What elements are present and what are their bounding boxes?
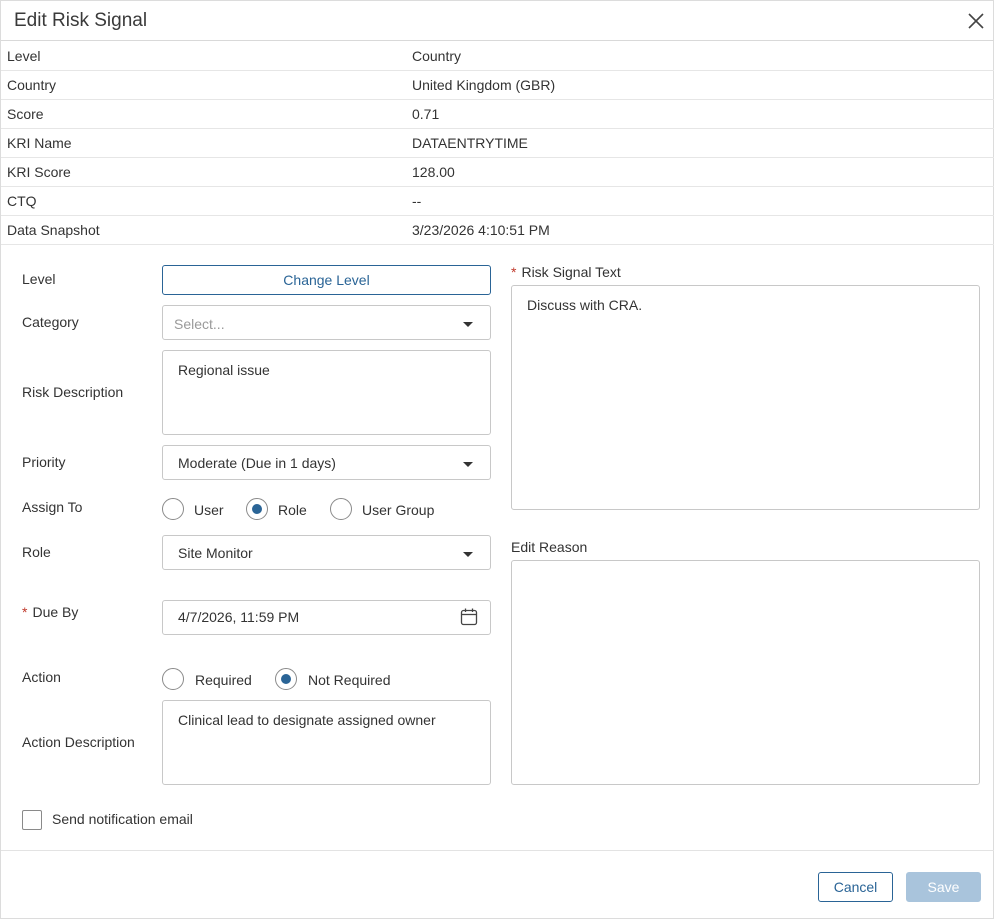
assign-user-group-radio[interactable] bbox=[330, 498, 352, 520]
priority-label: Priority bbox=[22, 454, 66, 470]
action-description-label: Action Description bbox=[22, 734, 135, 750]
assign-user-label[interactable]: User bbox=[194, 502, 224, 518]
assign-user-group-label[interactable]: User Group bbox=[362, 502, 434, 518]
due-by-label: * Due By bbox=[22, 604, 78, 620]
risk-description-value: Regional issue bbox=[178, 362, 270, 378]
edit-risk-signal-dialog: Edit Risk Signal Level Country Country U… bbox=[0, 0, 994, 919]
send-notification-label[interactable]: Send notification email bbox=[52, 811, 193, 827]
category-placeholder: Select... bbox=[174, 316, 225, 332]
risk-signal-info-table: Level Country Country United Kingdom (GB… bbox=[1, 42, 994, 245]
priority-value: Moderate (Due in 1 days) bbox=[178, 455, 336, 471]
action-description-value: Clinical lead to designate assigned owne… bbox=[178, 712, 436, 728]
assign-role-radio[interactable] bbox=[246, 498, 268, 520]
risk-signal-text-value: Discuss with CRA. bbox=[527, 297, 643, 313]
action-required-radio[interactable] bbox=[162, 668, 184, 690]
required-marker: * bbox=[22, 604, 28, 620]
risk-signal-text-label-text: Risk Signal Text bbox=[521, 264, 621, 280]
info-value: United Kingdom (GBR) bbox=[412, 77, 556, 93]
info-value: 128.00 bbox=[412, 164, 455, 180]
action-not-required-radio[interactable] bbox=[275, 668, 297, 690]
required-marker: * bbox=[511, 264, 517, 280]
assign-to-label: Assign To bbox=[22, 499, 83, 515]
level-label: Level bbox=[22, 271, 56, 287]
chevron-down-icon bbox=[463, 552, 473, 557]
action-not-required-label[interactable]: Not Required bbox=[308, 672, 391, 688]
category-select[interactable]: Select... bbox=[162, 305, 491, 340]
change-level-button[interactable]: Change Level bbox=[162, 265, 491, 295]
info-row-ctq: CTQ -- bbox=[1, 187, 994, 216]
info-row-level: Level Country bbox=[1, 42, 994, 71]
info-value: DATAENTRYTIME bbox=[412, 135, 528, 151]
role-select[interactable]: Site Monitor bbox=[162, 535, 491, 570]
info-row-score: Score 0.71 bbox=[1, 100, 994, 129]
info-key: KRI Score bbox=[7, 164, 71, 180]
chevron-down-icon bbox=[463, 462, 473, 467]
info-row-kri-name: KRI Name DATAENTRYTIME bbox=[1, 129, 994, 158]
info-row-data-snapshot: Data Snapshot 3/23/2026 4:10:51 PM bbox=[1, 216, 994, 245]
assign-user-radio[interactable] bbox=[162, 498, 184, 520]
risk-description-label: Risk Description bbox=[22, 384, 124, 400]
due-by-label-text: Due By bbox=[32, 604, 79, 620]
due-by-value: 4/7/2026, 11:59 PM bbox=[178, 609, 300, 625]
action-label: Action bbox=[22, 669, 61, 685]
calendar-icon[interactable] bbox=[459, 607, 479, 627]
info-key: Score bbox=[7, 106, 44, 122]
info-key: Level bbox=[7, 48, 41, 64]
info-value: Country bbox=[412, 48, 462, 64]
save-button[interactable]: Save bbox=[906, 872, 981, 902]
dialog-header: Edit Risk Signal bbox=[1, 1, 994, 41]
action-required-label[interactable]: Required bbox=[195, 672, 252, 688]
info-key: CTQ bbox=[7, 193, 37, 209]
info-value: -- bbox=[412, 193, 422, 209]
info-key: Country bbox=[7, 77, 57, 93]
info-value: 3/23/2026 4:10:51 PM bbox=[412, 222, 550, 238]
footer-divider bbox=[1, 850, 994, 851]
category-label: Category bbox=[22, 314, 79, 330]
send-notification-checkbox[interactable] bbox=[22, 810, 42, 830]
cancel-button[interactable]: Cancel bbox=[818, 872, 893, 902]
info-key: KRI Name bbox=[7, 135, 72, 151]
close-icon[interactable] bbox=[963, 8, 989, 34]
info-value: 0.71 bbox=[412, 106, 440, 122]
edit-reason-textarea[interactable] bbox=[511, 560, 980, 785]
info-key: Data Snapshot bbox=[7, 222, 100, 238]
assign-role-label[interactable]: Role bbox=[278, 502, 307, 518]
risk-description-textarea[interactable]: Regional issue bbox=[162, 350, 491, 435]
chevron-down-icon bbox=[463, 322, 473, 327]
info-row-country: Country United Kingdom (GBR) bbox=[1, 71, 994, 100]
priority-select[interactable]: Moderate (Due in 1 days) bbox=[162, 445, 491, 480]
due-by-date-input[interactable]: 4/7/2026, 11:59 PM bbox=[162, 600, 491, 635]
role-value: Site Monitor bbox=[178, 545, 253, 561]
dialog-title: Edit Risk Signal bbox=[14, 10, 148, 31]
info-row-kri-score: KRI Score 128.00 bbox=[1, 158, 994, 187]
edit-reason-label: Edit Reason bbox=[511, 539, 588, 555]
action-description-textarea[interactable]: Clinical lead to designate assigned owne… bbox=[162, 700, 491, 785]
risk-signal-text-textarea[interactable]: Discuss with CRA. bbox=[511, 285, 980, 510]
role-label: Role bbox=[22, 544, 51, 560]
risk-signal-text-label: * Risk Signal Text bbox=[511, 264, 621, 280]
